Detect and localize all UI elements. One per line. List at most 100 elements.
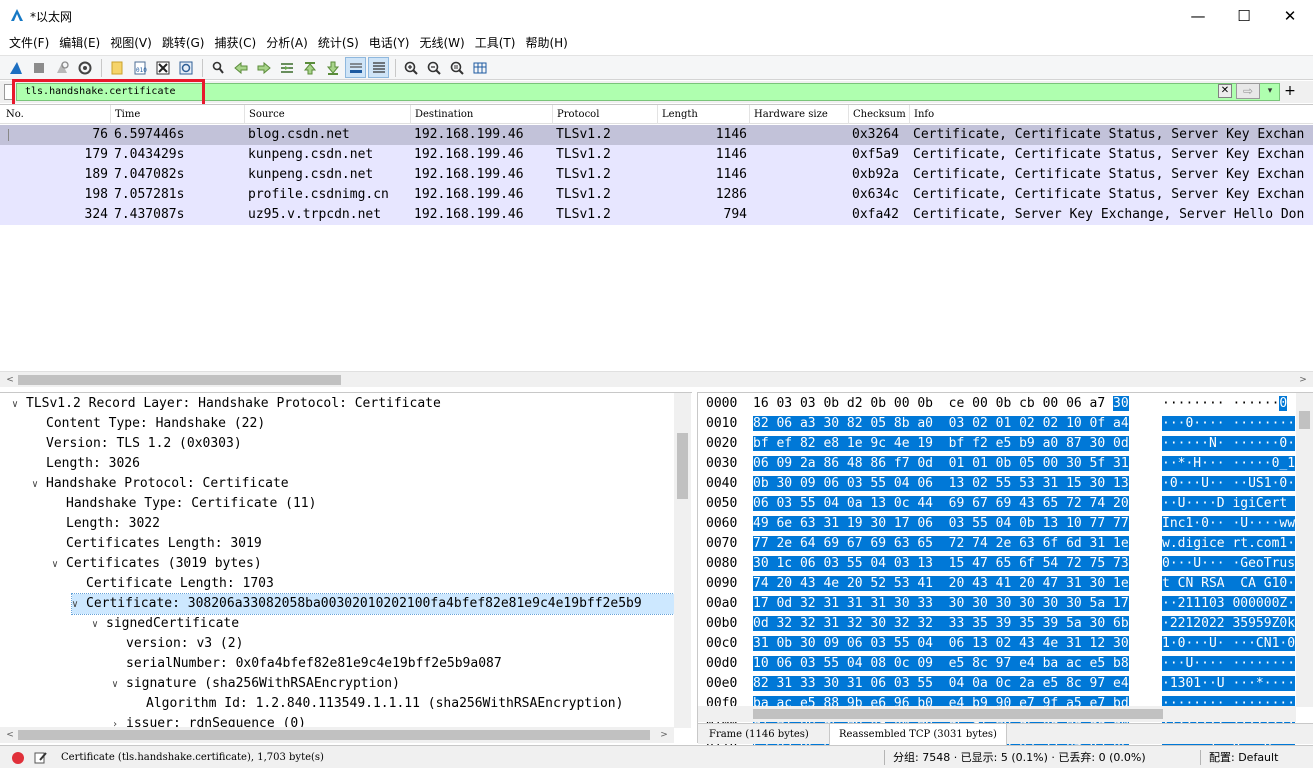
tab-reassembled-tcp[interactable]: Reassembled TCP (3031 bytes) xyxy=(829,724,1007,745)
bytes-ascii[interactable]: t CN RSA CA G10· xyxy=(1162,574,1296,594)
column-header-info[interactable]: Info xyxy=(909,105,1313,124)
bytes-row[interactable]: 0070 77 2e 64 69 67 69 63 65 72 74 2e 63 … xyxy=(698,534,1298,554)
bytes-hex[interactable]: 82 31 33 30 31 06 03 55 04 0a 0c 2a e5 8… xyxy=(753,674,1129,694)
column-header-destination[interactable]: Destination xyxy=(410,105,552,124)
bytes-row[interactable]: 0010 82 06 a3 30 82 05 8b a0 03 02 01 02 … xyxy=(698,414,1298,434)
autoscroll-icon[interactable] xyxy=(345,57,366,78)
bytes-ascii[interactable]: ··211103 000000Z· xyxy=(1162,594,1296,614)
bytes-hex[interactable]: 17 0d 32 31 31 31 30 33 30 30 30 30 30 3… xyxy=(753,594,1129,614)
column-header-hardware-size[interactable]: Hardware size xyxy=(749,105,848,124)
scroll-left-icon[interactable]: < xyxy=(2,727,18,743)
bytes-hex[interactable]: 06 03 55 04 0a 13 0c 44 69 67 69 43 65 7… xyxy=(753,494,1129,514)
bytes-row[interactable]: 00c0 31 0b 30 09 06 03 55 04 06 13 02 43 … xyxy=(698,634,1298,654)
bytes-row[interactable]: 0050 06 03 55 04 0a 13 0c 44 69 67 69 43 … xyxy=(698,494,1298,514)
shark-fin-start-icon[interactable] xyxy=(5,57,26,78)
close-button[interactable]: ✕ xyxy=(1267,0,1313,32)
zoom-normal-icon[interactable] xyxy=(446,57,467,78)
bytes-ascii[interactable]: ·0···U·· ··US1·0· xyxy=(1162,474,1296,494)
display-filter-input[interactable]: tls.handshake.certificate xyxy=(16,83,1280,101)
scroll-right-icon[interactable]: > xyxy=(1295,372,1311,388)
bytes-ascii[interactable]: ········ ······0 xyxy=(1162,394,1288,414)
go-to-packet-icon[interactable] xyxy=(276,57,297,78)
stop-icon[interactable] xyxy=(28,57,49,78)
detail-tree-item[interactable]: Algorithm Id: 1.2.840.113549.1.1.11 (sha… xyxy=(132,694,623,714)
menu-view[interactable]: 视图(V) xyxy=(105,32,157,54)
detail-tree-item[interactable]: version: v3 (2) xyxy=(112,634,243,654)
menu-tools[interactable]: 工具(T) xyxy=(470,32,521,54)
details-horizontal-scrollbar[interactable]: < > xyxy=(0,727,674,743)
bytes-vertical-scrollbar[interactable] xyxy=(1296,393,1313,707)
add-filter-button-icon[interactable]: + xyxy=(1283,82,1297,100)
bytes-row[interactable]: 0090 74 20 43 4e 20 52 53 41 20 43 41 20 … xyxy=(698,574,1298,594)
bytes-hex[interactable]: 06 09 2a 86 48 86 f7 0d 01 01 0b 05 00 3… xyxy=(753,454,1129,474)
column-header-length[interactable]: Length xyxy=(657,105,749,124)
menu-analyze[interactable]: 分析(A) xyxy=(261,32,313,54)
bytes-hex[interactable]: 74 20 43 4e 20 52 53 41 20 43 41 20 47 3… xyxy=(753,574,1129,594)
expand-chevron-icon[interactable]: ∨ xyxy=(52,555,66,575)
zoom-in-icon[interactable] xyxy=(400,57,421,78)
bytes-ascii[interactable]: ··*·H··· ·····0_1 xyxy=(1162,454,1296,474)
menu-file[interactable]: 文件(F) xyxy=(4,32,54,54)
bytes-hex[interactable]: 10 06 03 55 04 08 0c 09 e5 8c 97 e4 ba a… xyxy=(753,654,1129,674)
back-icon[interactable] xyxy=(230,57,251,78)
bytes-hex[interactable]: 31 0b 30 09 06 03 55 04 06 13 02 43 4e 3… xyxy=(753,634,1129,654)
bytes-ascii[interactable]: ···0···· ········ xyxy=(1162,414,1296,434)
detail-tree-item[interactable]: Length: 3026 xyxy=(32,454,140,474)
expand-chevron-icon[interactable]: ∨ xyxy=(112,675,126,695)
bytes-ascii[interactable]: 0···U··· ·GeoTrus xyxy=(1162,554,1296,574)
bytes-ascii[interactable]: ···U···· ········ xyxy=(1162,654,1296,674)
bytes-row[interactable]: 00e0 82 31 33 30 31 06 03 55 04 0a 0c 2a … xyxy=(698,674,1298,694)
scroll-left-icon[interactable]: < xyxy=(2,372,18,388)
detail-tree-item[interactable]: ∨ Certificate: 308206a33082058ba003020102… xyxy=(71,593,675,615)
menu-wireless[interactable]: 无线(W) xyxy=(415,32,470,54)
bytes-row[interactable]: 00b0 0d 32 32 31 32 30 32 32 33 35 39 35 … xyxy=(698,614,1298,634)
detail-tree-item[interactable]: Handshake Type: Certificate (11) xyxy=(52,494,316,514)
bytes-row[interactable]: 0080 30 1c 06 03 55 04 03 13 15 47 65 6f … xyxy=(698,554,1298,574)
detail-tree-item[interactable]: ∨ Certificates (3019 bytes) xyxy=(52,554,262,574)
bytes-ascii[interactable]: w.digice rt.com1· xyxy=(1162,534,1296,554)
packet-row[interactable]: 189 7.047082s kunpeng.csdn.net 192.168.199.… xyxy=(0,165,1313,185)
minimize-button[interactable]: — xyxy=(1175,0,1221,32)
filter-history-chevron-down-icon[interactable]: ▾ xyxy=(1263,84,1277,98)
column-header-source[interactable]: Source xyxy=(244,105,410,124)
detail-tree-item[interactable]: ∨ TLSv1.2 Record Layer: Handshake Protoco… xyxy=(12,394,441,414)
packet-row[interactable]: 324 7.437087s uz95.v.trpcdn.net 192.168.199… xyxy=(0,205,1313,225)
bytes-row[interactable]: 00d0 10 06 03 55 04 08 0c 09 e5 8c 97 e4 … xyxy=(698,654,1298,674)
bytes-hex[interactable]: 0d 32 32 31 32 30 32 32 33 35 39 35 39 5… xyxy=(753,614,1129,634)
column-header-time[interactable]: Time xyxy=(110,105,244,124)
bytes-row[interactable]: 0040 0b 30 09 06 03 55 04 06 13 02 55 53 … xyxy=(698,474,1298,494)
expand-chevron-icon[interactable]: ∨ xyxy=(12,395,26,415)
menu-telephony[interactable]: 电话(Y) xyxy=(364,32,415,54)
open-file-icon[interactable] xyxy=(106,57,127,78)
expand-chevron-icon[interactable]: ∨ xyxy=(72,595,86,615)
tab-frame-bytes[interactable]: Frame (1146 bytes) xyxy=(700,724,818,745)
forward-icon[interactable] xyxy=(253,57,274,78)
bytes-hex[interactable]: 77 2e 64 69 67 69 63 65 72 74 2e 63 6f 6… xyxy=(753,534,1129,554)
detail-tree-item[interactable]: Length: 3022 xyxy=(52,514,160,534)
bytes-hex[interactable]: bf ef 82 e8 1e 9c 4e 19 bf f2 e5 b9 a0 8… xyxy=(753,434,1129,454)
last-packet-icon[interactable] xyxy=(322,57,343,78)
menu-help[interactable]: 帮助(H) xyxy=(520,32,572,54)
apply-filter-icon[interactable]: ⇨ xyxy=(1236,83,1260,99)
menu-statistics[interactable]: 统计(S) xyxy=(313,32,364,54)
bytes-ascii[interactable]: ·2212022 35959Z0k xyxy=(1162,614,1296,634)
expand-chevron-icon[interactable]: ∨ xyxy=(92,615,106,635)
menu-go[interactable]: 跳转(G) xyxy=(157,32,210,54)
detail-tree-item[interactable]: Version: TLS 1.2 (0x0303) xyxy=(32,434,242,454)
bytes-ascii[interactable]: ······N· ······0· xyxy=(1162,434,1296,454)
packet-row[interactable]: 198 7.057281s profile.csdnimg.cn 192.168.19… xyxy=(0,185,1313,205)
detail-tree-item[interactable]: serialNumber: 0x0fa4bfef82e81e9c4e19bff2… xyxy=(112,654,502,674)
restart-icon[interactable] xyxy=(51,57,72,78)
resize-columns-icon[interactable] xyxy=(469,57,490,78)
status-profile[interactable]: 配置: Default xyxy=(1209,746,1278,768)
save-file-icon[interactable]: 010 xyxy=(129,57,150,78)
bytes-hex[interactable]: 82 06 a3 30 82 05 8b a0 03 02 01 02 02 1… xyxy=(753,414,1129,434)
detail-tree-item[interactable]: Certificates Length: 3019 xyxy=(52,534,262,554)
bytes-hex[interactable]: 49 6e 63 31 19 30 17 06 03 55 04 0b 13 1… xyxy=(753,514,1129,534)
scroll-right-icon[interactable]: > xyxy=(656,727,672,743)
column-header-protocol[interactable]: Protocol xyxy=(552,105,657,124)
detail-tree-item[interactable]: ∨ signature (sha256WithRSAEncryption) xyxy=(112,674,400,694)
column-header-no[interactable]: No. xyxy=(2,105,108,124)
menu-capture[interactable]: 捕获(C) xyxy=(209,32,261,54)
expand-chevron-icon[interactable]: ∨ xyxy=(32,475,46,495)
